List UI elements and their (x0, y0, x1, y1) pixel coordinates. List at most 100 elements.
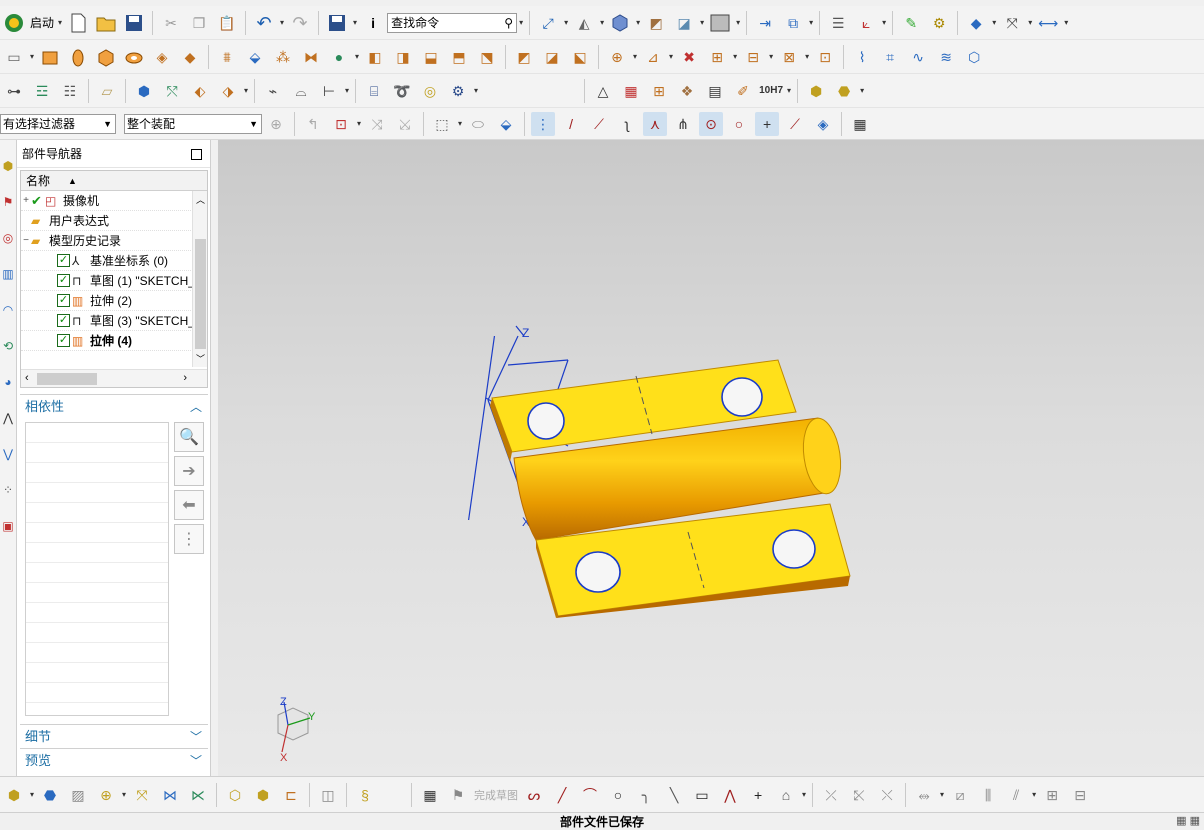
projection-icon[interactable]: ⊢ (317, 79, 341, 103)
pattern-face-icon[interactable]: ⊠ (777, 45, 801, 69)
sync-move-face-icon[interactable]: ⊕ (605, 45, 629, 69)
assembly-navigator-icon[interactable]: ⊶ (2, 79, 26, 103)
part-body[interactable] (490, 359, 851, 618)
visible-checkbox[interactable]: ✓ (57, 254, 70, 267)
bearing-icon[interactable]: ◎ (418, 79, 442, 103)
boss-icon[interactable]: ◈ (150, 45, 174, 69)
unite-dropdown-icon[interactable]: ▾ (355, 52, 359, 61)
block-icon[interactable] (94, 45, 118, 69)
constraint-chain-icon[interactable]: § (353, 783, 377, 807)
sync-dropdown-icon[interactable]: ▾ (633, 52, 637, 61)
thicken-icon[interactable]: ◪ (540, 45, 564, 69)
copy-icon[interactable]: ❐ (187, 11, 211, 35)
quick-extend-icon[interactable]: ⤪ (847, 783, 871, 807)
type-filter-select[interactable]: 有选择过滤器 ▼ (0, 113, 116, 134)
snap-endpoint-icon[interactable]: ⋮ (531, 111, 556, 136)
exploded-view-icon[interactable]: ⬡ (223, 783, 247, 807)
layer-move-icon[interactable]: ⧉ (781, 11, 805, 35)
shell-icon[interactable]: ⬙ (243, 45, 267, 69)
document-icon[interactable]: ▤ (703, 79, 727, 103)
chevron-up-icon[interactable]: ︿ (190, 398, 202, 415)
process-studio-tab-icon[interactable]: ⋀ (0, 408, 16, 428)
clip-icon[interactable]: ◪ (672, 11, 696, 35)
point-icon[interactable]: + (746, 783, 770, 807)
roles-tab-icon[interactable]: ⁘ (0, 480, 16, 500)
quick-pick-icon[interactable]: ▦ (848, 112, 872, 136)
resize-dropdown-icon[interactable]: ▾ (733, 52, 737, 61)
select-solid-icon[interactable]: ⬭ (466, 112, 490, 136)
analysis-icon[interactable]: ✎ (899, 11, 923, 35)
pattern-component-icon[interactable]: ⋉ (186, 783, 210, 807)
delete-face-icon[interactable]: ✖ (677, 45, 701, 69)
tree-node-camera[interactable]: + ✔ ◰ 摄像机 (21, 191, 207, 211)
visible-checkbox[interactable]: ✓ (57, 294, 70, 307)
drawing-view-icon[interactable]: ▨ (66, 783, 90, 807)
split-body-icon[interactable]: ⬔ (475, 45, 499, 69)
fit-view-icon[interactable]: ⤢ (536, 11, 560, 35)
chamfer-icon[interactable]: ◨ (391, 45, 415, 69)
pattern-curve-icon[interactable]: ⫼ (976, 783, 1000, 807)
rectangle-select-icon[interactable]: ⬚ (430, 112, 454, 136)
save-icon[interactable] (122, 11, 146, 35)
snap-midpoint-icon[interactable]: ⟋ (587, 112, 611, 136)
layer-settings-icon[interactable]: ☰ (826, 11, 850, 35)
parts-list-icon[interactable]: ⬣ (832, 79, 856, 103)
snap-center-icon[interactable]: ⊙ (699, 111, 724, 136)
scale-body-icon[interactable]: ⬕ (568, 45, 592, 69)
scroll-up-icon[interactable]: ︿ (196, 193, 205, 206)
fillet-icon[interactable]: ╮ (634, 783, 658, 807)
search-icon[interactable]: ⚲ (504, 16, 513, 30)
snap-tangent-icon[interactable]: ⋔ (671, 112, 695, 136)
line-icon[interactable]: ╱ (550, 783, 574, 807)
add-component-icon[interactable]: ⬢ (132, 79, 156, 103)
tree-node-extrude-4[interactable]: ✓ ▥ 拉伸 (4) (21, 331, 207, 351)
wcs-dropdown-icon[interactable]: ▾ (882, 18, 886, 27)
background-dropdown-icon[interactable]: ▾ (736, 18, 740, 27)
check-geometry-icon[interactable]: ⚙ (927, 11, 951, 35)
select-body-icon[interactable]: ⬙ (494, 112, 518, 136)
sort-ascending-icon[interactable]: ▲ (68, 176, 77, 186)
chevron-down-icon[interactable]: ﹀ (190, 728, 202, 745)
offset-region-dropdown-icon[interactable]: ▾ (769, 52, 773, 61)
fit-dropdown-icon[interactable]: ▾ (564, 18, 568, 27)
visible-checkbox[interactable]: ✓ (57, 274, 70, 287)
unite-icon[interactable]: ● (327, 45, 351, 69)
scroll-left-icon[interactable]: ‹ (25, 372, 29, 384)
measure-angle-dropdown-icon[interactable]: ▾ (1028, 18, 1032, 27)
layer-dropdown-icon[interactable]: ▾ (809, 18, 813, 27)
n-sided-surface-icon[interactable]: ⬡ (962, 45, 986, 69)
replace-face-icon[interactable]: ⊿ (641, 45, 665, 69)
rect-select-dropdown-icon[interactable]: ▾ (458, 119, 462, 128)
undo-icon[interactable]: ↶ (252, 11, 276, 35)
maximize-icon[interactable] (191, 149, 202, 160)
derived-lines-icon[interactable]: ⫽ (1004, 783, 1028, 807)
grid-add-icon[interactable]: ⊞ (647, 79, 671, 103)
tree-node-sketch-3[interactable]: ✓ ⊓ 草图 (3) "SKETCH_ (21, 311, 207, 331)
gear-tool-icon[interactable]: ⚙ (446, 79, 470, 103)
render-style-icon[interactable]: ◭ (572, 11, 596, 35)
tree-column-header[interactable]: 名称 ▲ (21, 171, 207, 191)
orient-view-icon[interactable] (608, 11, 632, 35)
surface-thru-curves-icon[interactable]: ⌇ (850, 45, 874, 69)
surface-mesh-icon[interactable]: ⌗ (878, 45, 902, 69)
add-existing-icon[interactable]: ⊕ (94, 783, 118, 807)
bom-icon[interactable]: ⬢ (804, 79, 828, 103)
derived-dropdown-icon[interactable]: ▾ (1032, 790, 1036, 799)
start-dropdown-icon[interactable]: ▾ (58, 18, 62, 27)
selection-scope-select[interactable]: 整个装配 ▼ (124, 113, 262, 134)
triangle-icon[interactable]: △ (591, 79, 615, 103)
component-dropdown-icon[interactable]: ▾ (30, 790, 34, 799)
projection-dropdown-icon[interactable]: ▾ (345, 86, 349, 95)
expand-toggle-icon[interactable]: + (21, 195, 31, 206)
pocket-icon[interactable]: ◆ (178, 45, 202, 69)
clip-dropdown-icon[interactable]: ▾ (700, 18, 704, 27)
tree-vertical-scrollbar[interactable]: ︿ ﹀ (192, 191, 207, 367)
snap-on-curve-icon[interactable]: ⟋ (783, 112, 807, 136)
chevron-down-icon[interactable]: ﹀ (190, 752, 202, 769)
dependency-tree-icon[interactable]: ⋮ (174, 524, 204, 554)
render-dropdown-icon[interactable]: ▾ (600, 18, 604, 27)
clearance-icon[interactable]: ◫ (316, 783, 340, 807)
general-selection-icon[interactable]: ⊕ (264, 112, 288, 136)
brush-icon[interactable]: ✐ (731, 79, 755, 103)
redo-icon[interactable]: ↷ (288, 11, 312, 35)
